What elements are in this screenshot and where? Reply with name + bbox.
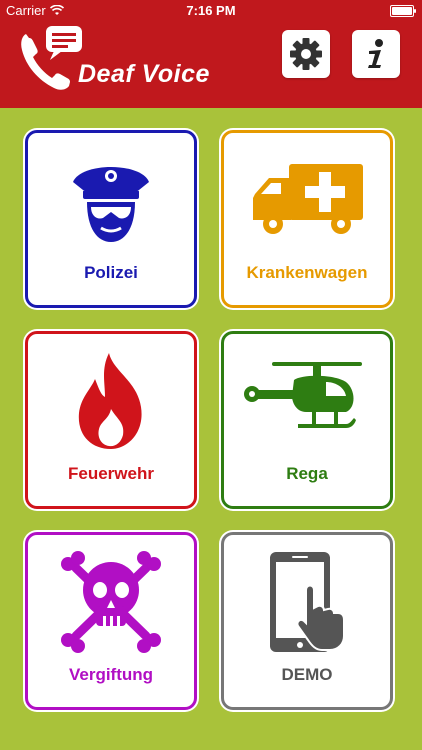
tile-feuerwehr[interactable]: Feuerwehr: [25, 331, 197, 509]
app-title: Deaf Voice: [78, 60, 210, 88]
tile-krankenwagen[interactable]: Krankenwagen: [221, 130, 393, 308]
phone-chat-icon: [21, 26, 82, 90]
tile-vergiftung[interactable]: Vergiftung: [25, 532, 197, 710]
tile-label: DEMO: [281, 665, 333, 684]
tile-label: Vergiftung: [68, 665, 154, 684]
app-header: Carrier 7:16 PM Deaf Voice: [0, 0, 422, 108]
fire-icon: [78, 353, 142, 449]
info-icon: [368, 39, 383, 68]
skull-crossbones-icon: [61, 551, 161, 653]
status-bar: Carrier 7:16 PM: [0, 0, 422, 22]
tile-label: Krankenwagen: [246, 263, 368, 282]
tile-demo[interactable]: DEMO: [221, 532, 393, 710]
tile-polizei[interactable]: Polizei: [25, 130, 197, 308]
tile-rega[interactable]: Rega: [221, 331, 393, 509]
smartphone-touch-icon: [270, 552, 345, 652]
info-button[interactable]: [352, 30, 400, 78]
emergency-grid: Polizei Krankenwagen Feuerwehr Rega Verg…: [0, 108, 422, 750]
tile-label: Polizei: [84, 263, 138, 282]
tile-label: Feuerwehr: [68, 464, 154, 483]
police-officer-icon: [73, 167, 149, 242]
ambulance-icon: [253, 164, 363, 234]
tile-label: Rega: [286, 464, 328, 483]
gear-icon: [290, 38, 322, 70]
helicopter-icon: [244, 362, 362, 428]
battery-icon: [390, 5, 416, 17]
app-logo: Deaf Voice: [20, 26, 220, 98]
settings-button[interactable]: [282, 30, 330, 78]
status-time: 7:16 PM: [186, 3, 236, 18]
